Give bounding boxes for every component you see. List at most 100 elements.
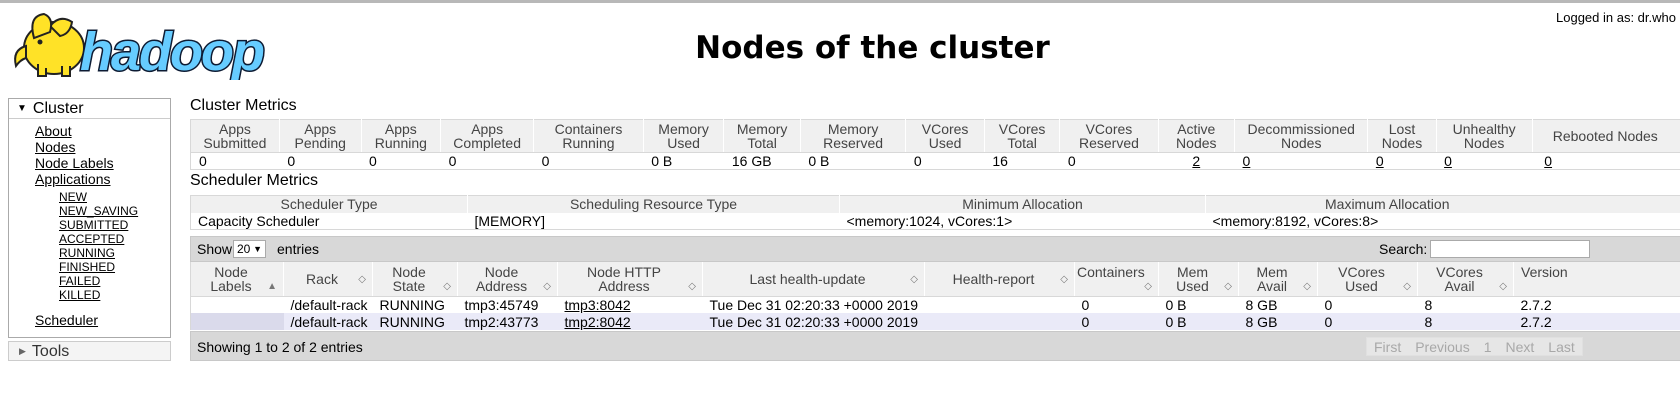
metric-header: Containers Running <box>533 119 644 153</box>
scheduler-header: Maximum Allocation <box>1205 195 1680 213</box>
column-header-node-address[interactable]: Node Address ◇ <box>457 262 558 297</box>
column-header-last-health-update[interactable]: Last health-update ◇ <box>702 262 925 297</box>
sidebar-cluster-header[interactable]: ▼ Cluster <box>9 99 170 119</box>
node-http-address-link[interactable]: tmp3:8042 <box>565 297 631 313</box>
metric-value: 0 <box>913 153 922 169</box>
column-header-mem-avail[interactable]: Mem Avail ◇ <box>1238 262 1318 297</box>
column-header-rack[interactable]: Rack ◇ <box>283 262 373 297</box>
metric-header: Apps Pending <box>279 119 362 153</box>
vcores-avail-cell: 8 <box>1417 313 1514 330</box>
app-state-submitted[interactable]: SUBMITTED <box>59 218 128 232</box>
sort-icon: ◇ <box>1499 280 1507 292</box>
app-state-running[interactable]: RUNNING <box>59 246 115 260</box>
metric-value: 0 <box>448 153 457 169</box>
sidebar-cluster-panel: ▼ Cluster About Nodes Node Labels Applica… <box>8 98 171 338</box>
cluster-label: Cluster <box>32 100 84 117</box>
metric-value: 0 B <box>651 153 673 169</box>
scheduler-header: Scheduling Resource Type <box>467 195 840 213</box>
health-report-cell <box>924 313 1075 330</box>
app-state-accepted[interactable]: ACCEPTED <box>59 232 124 246</box>
app-state-new[interactable]: NEW <box>59 190 87 204</box>
scheduler-value: <memory:8192, vCores:8> <box>1212 212 1379 229</box>
nodes-header-row: Node Labels ▲ Rack ◇ Node State ◇ Node Addr… <box>190 262 1680 297</box>
show-label: Show <box>197 241 233 257</box>
rack-cell: /default-rack <box>283 313 373 330</box>
mem-avail-cell: 8 GB <box>1238 313 1318 330</box>
scheduler-metrics-table: Scheduler Type Scheduling Resource Type … <box>190 195 1680 230</box>
column-header-node-state[interactable]: Node State ◇ <box>372 262 458 297</box>
sort-icon: ◇ <box>358 273 366 285</box>
last-health-update-cell: Tue Dec 31 02:20:33 +0000 2019 <box>709 296 918 313</box>
scheduler-metrics-title: Scheduler Metrics <box>190 172 319 189</box>
scheduler-value-row: Capacity Scheduler [MEMORY] <memory:1024… <box>191 213 1680 230</box>
metric-header: Memory Reserved <box>800 119 907 153</box>
metric-header: Active Nodes <box>1158 119 1236 153</box>
node-state-cell: RUNNING <box>372 313 458 330</box>
sort-icon: ◇ <box>1060 273 1068 285</box>
column-header-health-report[interactable]: Health-report ◇ <box>924 262 1075 297</box>
metric-header: Lost Nodes <box>1367 119 1437 153</box>
logged-in-user: Logged in as: dr.who <box>1556 10 1676 25</box>
sort-icon: ◇ <box>688 280 696 292</box>
column-header-vcores-used[interactable]: VCores Used ◇ <box>1317 262 1418 297</box>
entries-label: entries <box>277 241 320 257</box>
search-label: Search: <box>1379 241 1428 257</box>
metric-header: Apps Completed <box>440 119 535 153</box>
column-header-node-http-address[interactable]: Node HTTP Address ◇ <box>557 262 703 297</box>
scheduler-value: <memory:1024, vCores:1> <box>846 212 1013 229</box>
triangle-right-icon: ▶ <box>19 346 26 356</box>
metric-value: 0 <box>287 153 296 169</box>
page-size-value: 20 <box>237 242 251 256</box>
search-input[interactable] <box>1430 240 1590 258</box>
pager-page-1-button[interactable]: 1 <box>1477 338 1499 355</box>
pager-next-button[interactable]: Next <box>1498 338 1541 355</box>
mem-used-cell: 0 B <box>1158 313 1239 330</box>
pager-first-button[interactable]: First <box>1367 338 1408 355</box>
app-state-finished[interactable]: FINISHED <box>59 260 115 274</box>
decommissioned-nodes-link[interactable]: 0 <box>1243 153 1251 169</box>
sidebar-link-applications[interactable]: Applications <box>35 171 111 187</box>
pager-previous-button[interactable]: Previous <box>1408 338 1476 355</box>
lost-nodes-link[interactable]: 0 <box>1376 153 1384 169</box>
node-state-cell: RUNNING <box>379 296 445 313</box>
sidebar-link-about[interactable]: About <box>35 123 72 139</box>
app-state-new-saving[interactable]: NEW_SAVING <box>59 204 138 218</box>
metric-header: Rebooted Nodes <box>1532 119 1680 153</box>
sidebar-tools-header[interactable]: ▶ Tools <box>8 341 171 361</box>
active-nodes-link[interactable]: 2 <box>1192 153 1200 169</box>
table-info: Showing 1 to 2 of 2 entries <box>197 339 363 355</box>
sort-icon: ◇ <box>1224 280 1232 292</box>
metric-value: 16 <box>992 153 1008 169</box>
sidebar-link-node-labels[interactable]: Node Labels <box>35 155 114 171</box>
metric-header: VCores Reserved <box>1059 119 1159 153</box>
app-state-killed[interactable]: KILLED <box>59 288 100 302</box>
node-http-address-link[interactable]: tmp2:8042 <box>565 314 631 330</box>
rebooted-nodes-link[interactable]: 0 <box>1544 153 1552 169</box>
column-header-vcores-avail[interactable]: VCores Avail ◇ <box>1417 262 1514 297</box>
nodes-table: Node Labels ▲ Rack ◇ Node State ◇ Node Addr… <box>190 262 1680 330</box>
column-header-containers[interactable]: Containers ◇ <box>1074 262 1159 297</box>
column-header-mem-used[interactable]: Mem Used ◇ <box>1158 262 1239 297</box>
sidebar-link-nodes[interactable]: Nodes <box>35 139 75 155</box>
tools-label: Tools <box>31 343 70 360</box>
sidebar-link-scheduler[interactable]: Scheduler <box>35 312 98 328</box>
scheduler-value: Capacity Scheduler <box>198 212 320 229</box>
column-header-node-labels[interactable]: Node Labels ▲ <box>190 262 284 297</box>
metric-header: Apps Running <box>361 119 442 153</box>
column-header-version[interactable]: Version <box>1513 262 1680 297</box>
node-labels-cell <box>191 296 284 313</box>
nodes-table-toolbar: Show 20 ▼ entries Search: <box>190 236 1680 262</box>
metric-header: Unhealthy Nodes <box>1436 119 1533 153</box>
sort-icon: ◇ <box>910 273 918 285</box>
scheduler-header-row: Scheduler Type Scheduling Resource Type … <box>190 195 1680 213</box>
rack-cell: /default-rack <box>290 296 368 313</box>
pager-last-button[interactable]: Last <box>1541 338 1581 355</box>
sort-asc-icon: ▲ <box>267 280 277 292</box>
version-cell: 2.7.2 <box>1513 313 1680 330</box>
metric-value: 0 B <box>808 153 830 169</box>
unhealthy-nodes-link[interactable]: 0 <box>1444 153 1452 169</box>
page-size-select[interactable]: 20 ▼ <box>233 240 266 258</box>
app-state-failed[interactable]: FAILED <box>59 274 100 288</box>
cluster-metrics-table: Apps Submitted Apps Pending Apps Running… <box>190 119 1680 170</box>
vcores-avail-cell: 8 <box>1424 296 1433 313</box>
